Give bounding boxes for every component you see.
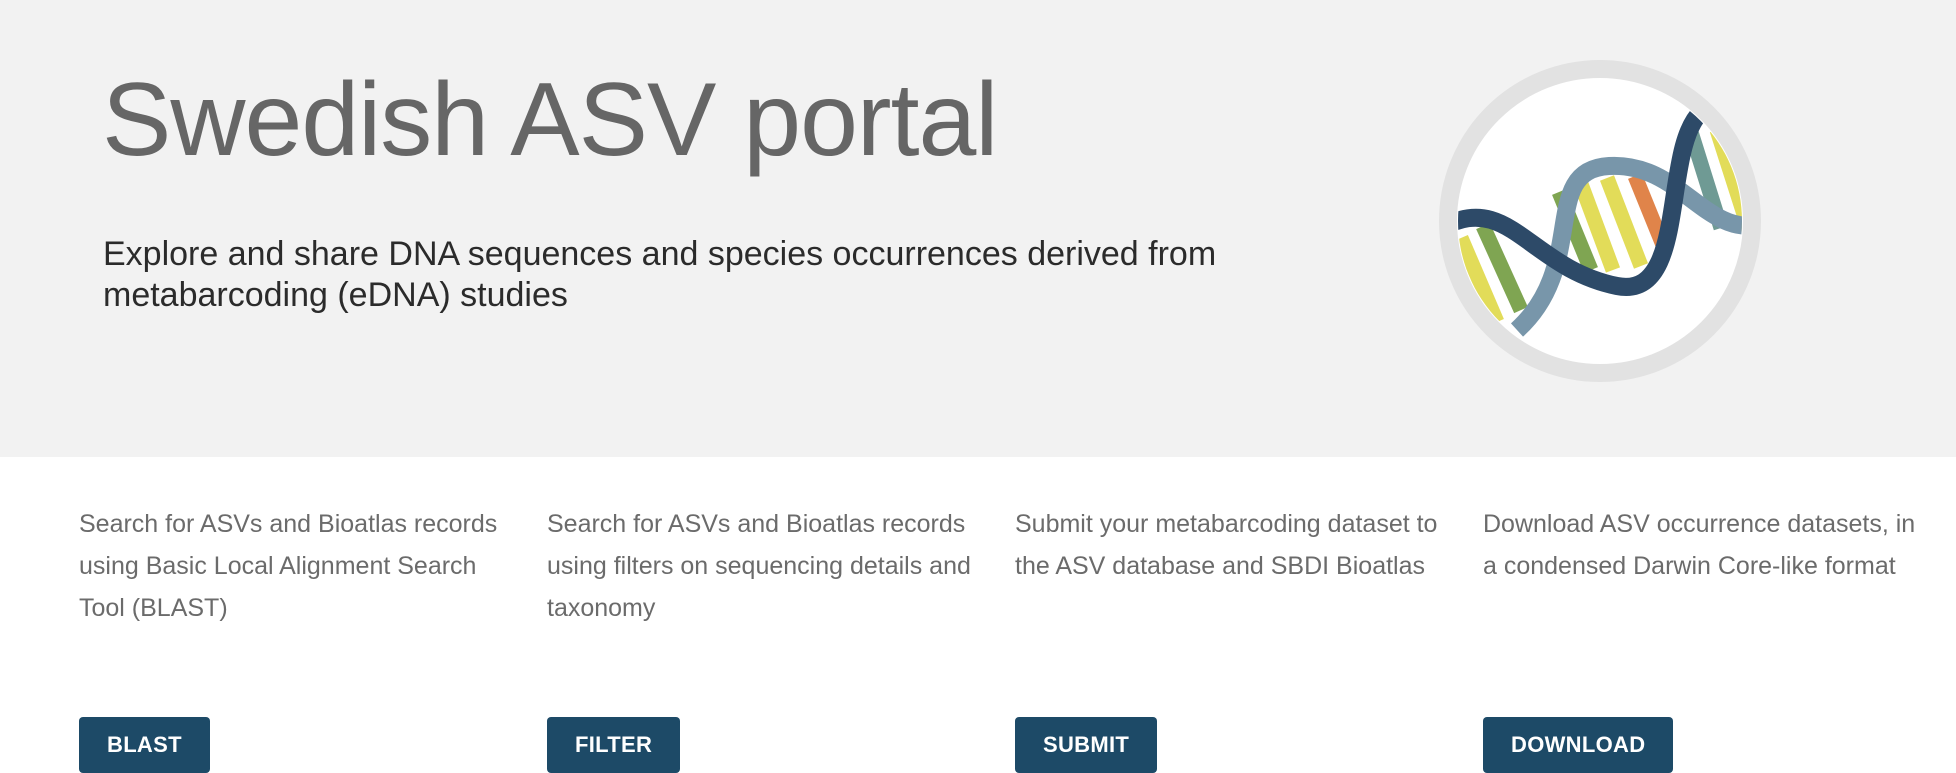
feature-description: Search for ASVs and Bioatlas records usi… bbox=[547, 510, 971, 622]
feature-download: Download ASV occurrence datasets, in a c… bbox=[1483, 503, 1923, 773]
feature-submit: Submit your metabarcoding dataset to the… bbox=[1015, 503, 1455, 773]
page-subtitle: Explore and share DNA sequences and spec… bbox=[103, 235, 1217, 314]
feature-description: Submit your metabarcoding dataset to the… bbox=[1015, 510, 1438, 580]
dna-helix-icon bbox=[1439, 60, 1761, 382]
feature-list: Search for ASVs and Bioatlas records usi… bbox=[0, 457, 1956, 773]
submit-button[interactable]: SUBMIT bbox=[1015, 717, 1158, 773]
hero-banner: Swedish ASV portal Explore and share DNA… bbox=[0, 0, 1956, 457]
feature-filter: Search for ASVs and Bioatlas records usi… bbox=[547, 503, 987, 773]
feature-blast: Search for ASVs and Bioatlas records usi… bbox=[79, 503, 519, 773]
download-button[interactable]: DOWNLOAD bbox=[1483, 717, 1674, 773]
filter-button[interactable]: FILTER bbox=[547, 717, 681, 773]
feature-description: Search for ASVs and Bioatlas records usi… bbox=[79, 510, 498, 622]
blast-button[interactable]: BLAST bbox=[79, 717, 210, 773]
page-title: Swedish ASV portal bbox=[102, 62, 998, 178]
feature-description: Download ASV occurrence datasets, in a c… bbox=[1483, 510, 1916, 580]
